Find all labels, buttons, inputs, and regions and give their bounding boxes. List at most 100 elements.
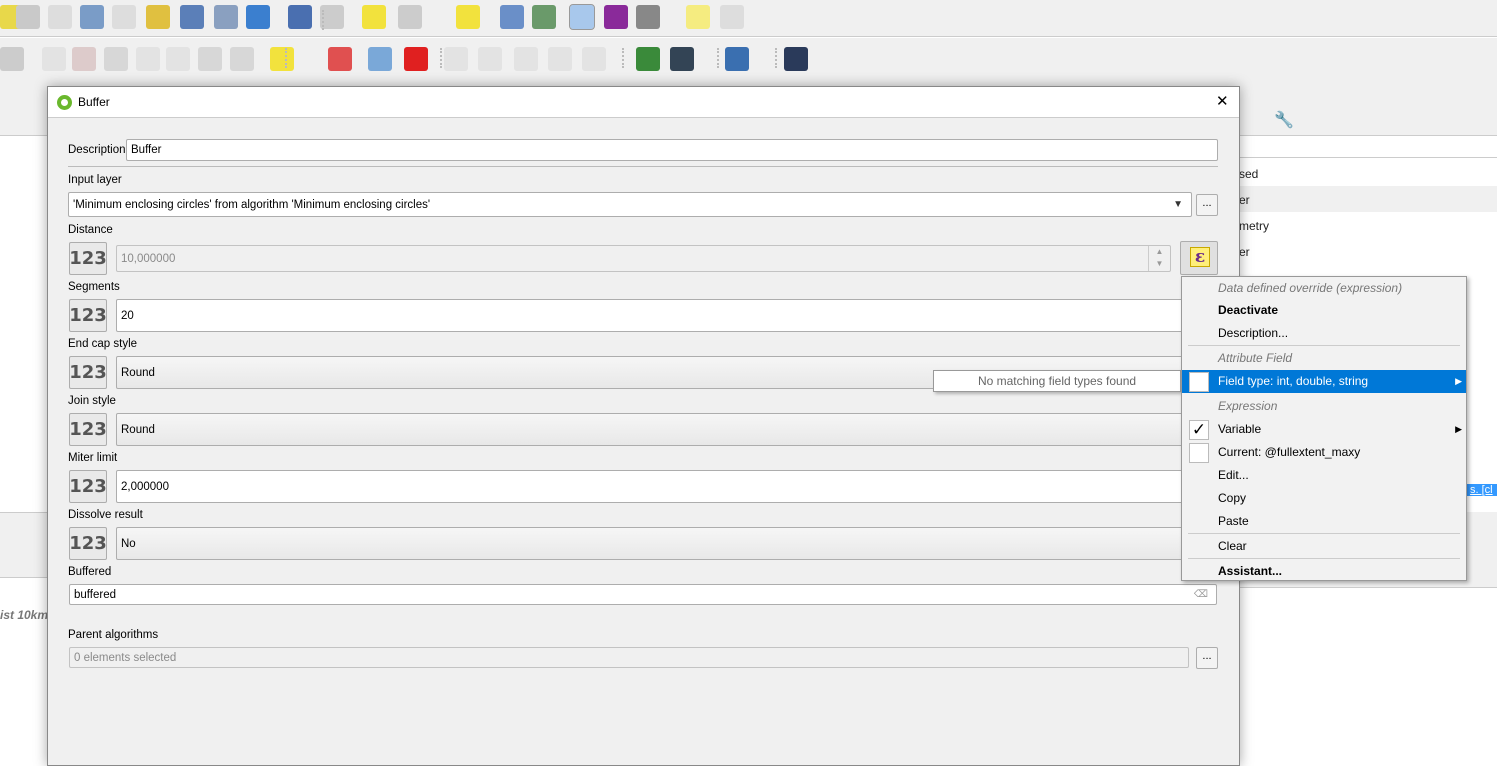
menu-item-clear[interactable]: Clear — [1182, 535, 1466, 558]
hide-label-icon[interactable] — [478, 47, 502, 71]
buffered-input[interactable]: buffered ⌫ — [69, 584, 1217, 605]
dissolve-combobox[interactable]: No — [116, 527, 1217, 560]
menu-item-copy[interactable]: Copy — [1182, 487, 1466, 510]
description-input[interactable]: Buffer — [126, 139, 1218, 161]
data-defined-override-button[interactable]: ε — [1180, 241, 1218, 275]
show-bookmarks-icon[interactable] — [180, 5, 204, 29]
join-style-combobox[interactable]: Round — [116, 413, 1217, 446]
select-features-icon[interactable] — [362, 5, 386, 29]
show-label-icon[interactable] — [444, 47, 468, 71]
menu-item-paste[interactable]: Paste — [1182, 510, 1466, 533]
spatial-bookmark-icon[interactable] — [214, 5, 238, 29]
qgis-logo-icon — [57, 95, 72, 110]
map-tips-icon[interactable] — [686, 5, 710, 29]
submenu-arrow-icon: ▶ — [1455, 424, 1462, 434]
miter-limit-value: 2,000000 — [121, 480, 169, 493]
parent-algorithms-browse-button[interactable]: ... — [1196, 647, 1218, 669]
geometry-checker-icon[interactable] — [636, 47, 660, 71]
statistics-icon[interactable] — [532, 5, 556, 29]
help-icon[interactable] — [784, 47, 808, 71]
delete-icon[interactable] — [72, 47, 96, 71]
toolbar-handle[interactable] — [322, 10, 325, 30]
parent-algorithms-input[interactable]: 0 elements selected — [69, 647, 1189, 668]
toolbar-handle[interactable] — [440, 48, 443, 68]
end-cap-parameter-button[interactable]: 123 — [69, 356, 107, 389]
python-icon[interactable] — [725, 47, 749, 71]
menu-item-field-type[interactable]: Field type: int, double, string ▶ — [1182, 370, 1466, 393]
checkbox — [1189, 372, 1209, 392]
diagram-icon[interactable] — [328, 47, 352, 71]
digitize-icon[interactable] — [0, 47, 24, 71]
spinner-icon[interactable]: ▲ ▼ — [1148, 246, 1170, 271]
copy-icon[interactable] — [136, 47, 160, 71]
pin-label-icon[interactable] — [368, 47, 392, 71]
input-layer-combobox[interactable]: 'Minimum enclosing circles' from algorit… — [68, 192, 1192, 217]
current-label: Current: @fullextent_maxy — [1218, 445, 1361, 459]
menu-item-current[interactable]: Current: @fullextent_maxy — [1182, 441, 1466, 464]
clear-icon[interactable]: ⌫ — [1194, 589, 1208, 600]
browse-button[interactable]: ... — [1196, 194, 1218, 216]
zoom-out-icon[interactable] — [16, 5, 40, 29]
zoom-next-icon[interactable] — [112, 5, 136, 29]
menu-item-assistant[interactable]: Assistant... — [1182, 560, 1466, 583]
refresh-icon[interactable] — [246, 5, 270, 29]
paste-icon[interactable] — [166, 47, 190, 71]
chevron-down-icon: ▼ — [1173, 199, 1183, 210]
dissolve-label: Dissolve result — [68, 509, 143, 521]
sigma-icon[interactable] — [604, 5, 628, 29]
network-icon[interactable] — [670, 47, 694, 71]
link-text[interactable]: s. [cl — [1466, 484, 1497, 496]
zoom-native-icon[interactable] — [48, 5, 72, 29]
join-style-parameter-button[interactable]: 123 — [69, 413, 107, 446]
undo-icon[interactable] — [198, 47, 222, 71]
toolbar-handle[interactable] — [775, 48, 778, 68]
distance-input[interactable]: 10,000000 ▲ ▼ — [116, 245, 1171, 272]
settings-icon[interactable]: 🔧 — [1274, 110, 1294, 130]
menu-item-variable[interactable]: ✓ Variable ▶ — [1182, 418, 1466, 441]
edit-icon[interactable] — [42, 47, 66, 71]
cut-icon[interactable] — [104, 47, 128, 71]
toolbar-handle[interactable] — [285, 48, 288, 68]
redo-icon[interactable] — [230, 47, 254, 71]
log-panel — [0, 512, 47, 578]
segments-parameter-button[interactable]: 123 — [69, 299, 107, 332]
change-label-icon[interactable] — [582, 47, 606, 71]
zoom-last-icon[interactable] — [80, 5, 104, 29]
data-defined-override-menu: Data defined override (expression) Deact… — [1181, 276, 1467, 581]
toolbar-handle[interactable] — [622, 48, 625, 68]
deselect-icon[interactable] — [456, 5, 480, 29]
dissolve-value: No — [121, 537, 136, 550]
move-label-icon[interactable] — [514, 47, 538, 71]
processing-toolbox-icon[interactable] — [569, 4, 595, 30]
menu-item-deactivate[interactable]: Deactivate — [1182, 299, 1466, 322]
distance-label: Distance — [68, 224, 113, 236]
label-red-icon[interactable] — [404, 47, 428, 71]
attribute-field-header: Attribute Field — [1218, 351, 1293, 365]
identify-icon[interactable] — [288, 5, 312, 29]
menu-item-description[interactable]: Description... — [1182, 322, 1466, 345]
checkbox — [1189, 443, 1209, 463]
rotate-label-icon[interactable] — [548, 47, 572, 71]
field-calculator-icon[interactable] — [500, 5, 524, 29]
list-item: er — [1239, 193, 1250, 207]
parent-algorithms-value: 0 elements selected — [74, 651, 177, 664]
checkmark-icon: ✓ — [1189, 420, 1209, 440]
segments-label: Segments — [68, 281, 120, 293]
segments-input[interactable]: 20 — [116, 299, 1217, 332]
new-bookmark-icon[interactable] — [146, 5, 170, 29]
miter-limit-parameter-button[interactable]: 123 — [69, 470, 107, 503]
input-layer-value: 'Minimum enclosing circles' from algorit… — [73, 198, 431, 211]
open-attribute-table-icon[interactable] — [398, 5, 422, 29]
editing-toolbar — [0, 38, 1497, 80]
label-icon[interactable] — [270, 47, 294, 71]
menu-item-edit[interactable]: Edit... — [1182, 464, 1466, 487]
measure-icon[interactable] — [636, 5, 660, 29]
miter-limit-label: Miter limit — [68, 452, 118, 464]
text-annotation-icon[interactable] — [720, 5, 744, 29]
close-icon[interactable]: ✕ — [1216, 92, 1229, 110]
distance-parameter-button[interactable]: 123 — [69, 242, 107, 275]
end-cap-label: End cap style — [68, 338, 138, 350]
miter-limit-input[interactable]: 2,000000 — [116, 470, 1217, 503]
dissolve-parameter-button[interactable]: 123 — [69, 527, 107, 560]
toolbar-handle[interactable] — [717, 48, 720, 68]
